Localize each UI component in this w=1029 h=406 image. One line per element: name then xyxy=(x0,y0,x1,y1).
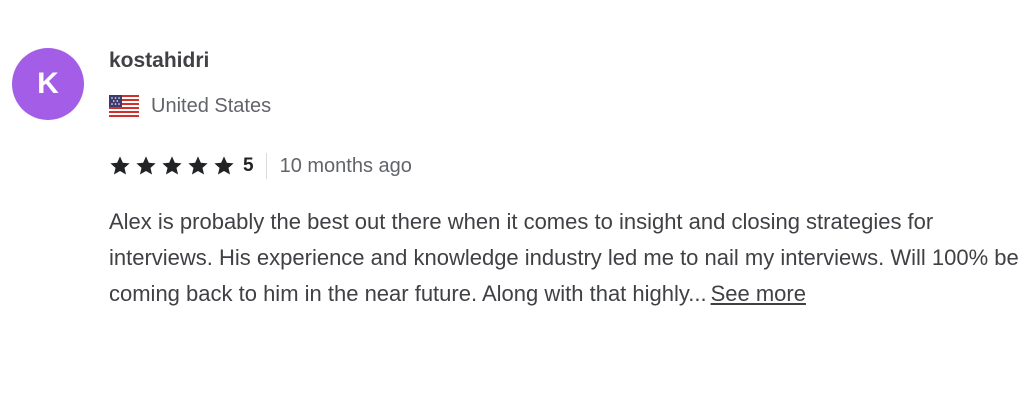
divider xyxy=(265,153,267,179)
star-icon xyxy=(214,156,234,175)
reviewer-country: United States xyxy=(109,93,271,119)
avatar-letter: K xyxy=(37,67,59,100)
review-card: K kostahidri United States 5 10 months a… xyxy=(0,0,1029,406)
star-icon xyxy=(188,156,208,175)
avatar[interactable]: K xyxy=(12,48,84,120)
review-time: 10 months ago xyxy=(279,155,412,177)
us-flag-icon xyxy=(109,95,139,117)
star-icon xyxy=(136,156,156,175)
country-name: United States xyxy=(151,95,272,117)
star-icon xyxy=(162,156,182,175)
see-more-link[interactable]: See more xyxy=(711,281,806,306)
rating-score: 5 xyxy=(243,155,254,176)
star-icon xyxy=(110,156,130,175)
star-rating xyxy=(109,155,235,177)
rating-row: 5 10 months ago xyxy=(109,153,412,179)
reviewer-username: kostahidri xyxy=(109,49,210,72)
review-text: Alex is probably the best out there when… xyxy=(109,209,1019,306)
review-text-block: Alex is probably the best out there when… xyxy=(109,204,1024,312)
